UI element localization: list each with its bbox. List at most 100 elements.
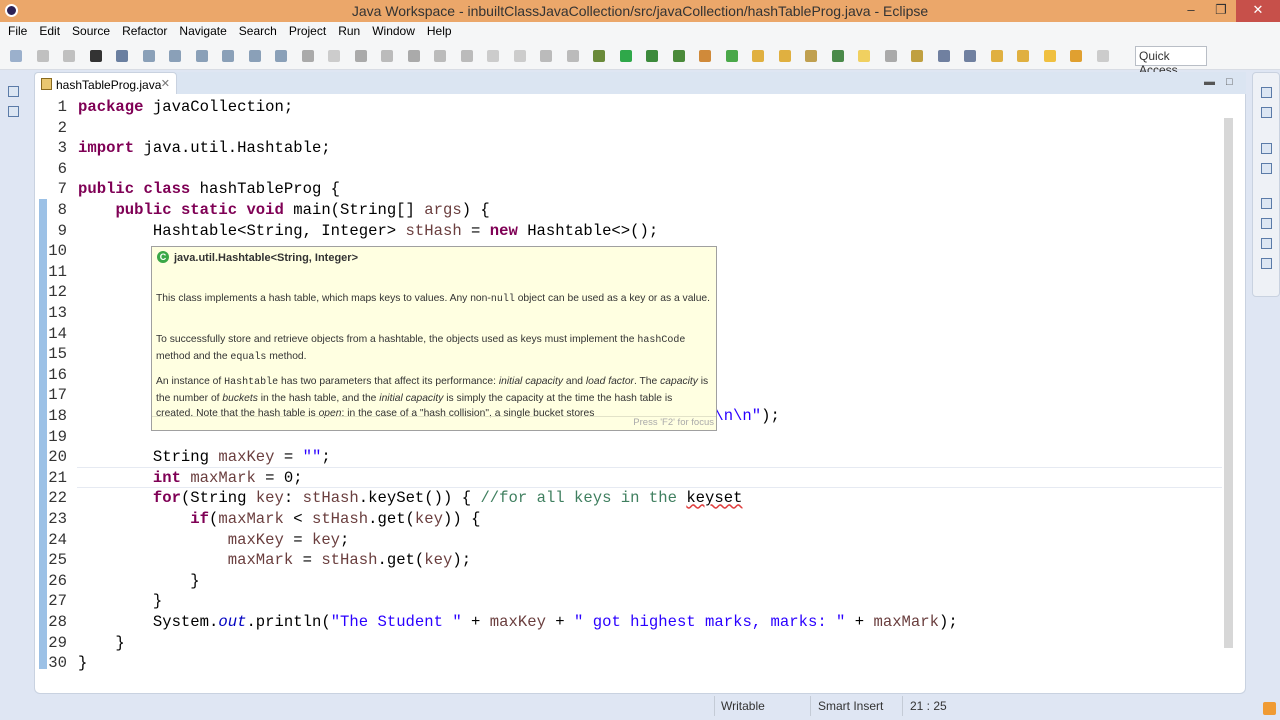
code-line[interactable]: Hashtable<String, Integer> stHash = new … (78, 221, 658, 242)
toolbar-button-icon[interactable] (540, 50, 552, 62)
code-line[interactable]: package javaCollection; (78, 97, 293, 118)
toolbar-button-icon[interactable] (248, 50, 261, 62)
toolbar-button-icon[interactable] (195, 50, 208, 62)
menu-run[interactable]: Run (338, 22, 367, 42)
toolbar-button-icon[interactable] (964, 50, 976, 62)
tab-hashtableprog[interactable]: hashTableProg.java ✕ (34, 72, 177, 94)
toolbar-button-icon[interactable] (1070, 50, 1082, 62)
toolbar-button-icon[interactable] (487, 50, 499, 62)
toolbar-button-icon[interactable] (222, 50, 234, 62)
hierarchy-icon[interactable] (1261, 163, 1272, 174)
code-token-pl: } (78, 592, 163, 611)
restore-icon[interactable] (1261, 87, 1272, 98)
line-number: 26 (48, 571, 67, 590)
toolbar-button-icon[interactable] (1017, 50, 1029, 62)
menu-edit[interactable]: Edit (39, 22, 67, 42)
task-list-icon[interactable] (1261, 107, 1272, 118)
close-button[interactable]: ✕ (1236, 0, 1280, 22)
toolbar-button-icon[interactable] (619, 50, 632, 62)
menu-source[interactable]: Source (72, 22, 117, 42)
toolbar-button-icon[interactable] (752, 50, 764, 62)
line-number: 9 (57, 221, 67, 240)
toolbar-button-icon[interactable] (646, 50, 658, 62)
code-line[interactable]: } (78, 653, 87, 674)
maximize-button[interactable]: ❐ (1206, 0, 1236, 22)
code-line[interactable]: for(String key: stHash.keySet()) { //for… (78, 488, 743, 509)
code-line[interactable]: public class hashTableProg { (78, 179, 340, 200)
code-token-kw: for (152, 489, 181, 508)
toolbar-button-icon[interactable] (805, 50, 817, 62)
code-line[interactable]: maxKey = key; (78, 530, 350, 551)
toolbar-button-icon[interactable] (434, 50, 446, 62)
code-line[interactable]: import java.util.Hashtable; (78, 138, 331, 159)
scrollbar-thumb[interactable] (1224, 118, 1233, 648)
code-token-kw: int (152, 468, 181, 487)
toolbar-button-icon[interactable] (1096, 50, 1109, 62)
toolbar-button-icon[interactable] (778, 50, 791, 62)
code-line[interactable]: System.out.println("The Student " + maxK… (78, 612, 958, 633)
toolbar-button-icon[interactable] (89, 50, 102, 62)
toolbar-button-icon[interactable] (858, 50, 870, 62)
code-line[interactable]: } (78, 591, 162, 612)
javadoc-icon[interactable] (1261, 218, 1272, 229)
toolbar-button-icon[interactable] (407, 50, 420, 62)
toolbar-button-icon[interactable] (566, 50, 579, 62)
toolbar-button-icon[interactable] (1043, 50, 1056, 62)
toolbar-button-icon[interactable] (460, 50, 473, 62)
toolbar-button-icon[interactable] (63, 50, 75, 62)
code-line[interactable]: maxMark = stHash.get(key); (78, 550, 471, 571)
toolbar-button-icon[interactable] (725, 50, 738, 62)
toolbar-button-icon[interactable] (593, 50, 605, 62)
line-number: 6 (57, 159, 67, 178)
line-number: 11 (48, 262, 67, 281)
code-line[interactable]: } (78, 633, 124, 654)
feed-icon[interactable] (1263, 702, 1276, 715)
maximize-editor-icon[interactable]: □ (1226, 76, 1233, 88)
declaration-icon[interactable] (1261, 238, 1272, 249)
toolbar-button-icon[interactable] (381, 50, 393, 62)
package-explorer-icon[interactable] (8, 106, 19, 117)
code-token-var: maxMark (218, 510, 284, 528)
vertical-scrollbar[interactable] (1222, 100, 1236, 670)
code-token-err: keyset (686, 489, 743, 508)
toolbar-button-icon[interactable] (699, 50, 711, 62)
close-tab-icon[interactable]: ✕ (161, 77, 170, 90)
code-line[interactable]: int maxMark = 0; (78, 468, 303, 489)
menu-refactor[interactable]: Refactor (122, 22, 174, 42)
menu-search[interactable]: Search (239, 22, 284, 42)
outline-icon[interactable] (1261, 143, 1272, 154)
toolbar-button-icon[interactable] (672, 50, 685, 62)
toolbar-button-icon[interactable] (513, 50, 526, 62)
menu-help[interactable]: Help (427, 22, 459, 42)
restore-icon[interactable] (8, 86, 19, 97)
code-line[interactable]: public static void main(String[] args) { (78, 200, 489, 221)
horizontal-scrollbar[interactable] (75, 678, 1215, 690)
toolbar-button-icon[interactable] (116, 50, 128, 62)
quick-access-input[interactable]: Quick Access (1135, 46, 1207, 77)
toolbar-button-icon[interactable] (990, 50, 1003, 62)
toolbar-button-icon[interactable] (328, 50, 340, 62)
toolbar-button-icon[interactable] (275, 50, 287, 62)
line-number: 18 (48, 407, 67, 425)
code-line[interactable]: if(maxMark < stHash.get(key)) { (78, 509, 480, 530)
toolbar-button-icon[interactable] (884, 50, 897, 62)
minimize-button[interactable]: – (1176, 0, 1206, 22)
toolbar-button-icon[interactable] (301, 50, 314, 62)
console-icon[interactable] (1261, 258, 1272, 269)
menu-file[interactable]: File (8, 22, 34, 42)
minimize-editor-icon[interactable]: ▬ (1204, 76, 1215, 88)
toolbar-button-icon[interactable] (937, 50, 950, 62)
toolbar-button-icon[interactable] (10, 50, 22, 62)
toolbar-button-icon[interactable] (911, 50, 923, 62)
code-line[interactable]: } (78, 571, 199, 592)
problems-icon[interactable] (1261, 198, 1272, 209)
toolbar-button-icon[interactable] (831, 50, 844, 62)
menu-navigate[interactable]: Navigate (179, 22, 233, 42)
toolbar-button-icon[interactable] (142, 50, 155, 62)
toolbar-button-icon[interactable] (169, 50, 181, 62)
menu-project[interactable]: Project (289, 22, 333, 42)
menu-window[interactable]: Window (372, 22, 422, 42)
toolbar-button-icon[interactable] (354, 50, 367, 62)
code-line[interactable]: String maxKey = ""; (78, 447, 331, 468)
toolbar-button-icon[interactable] (36, 50, 49, 62)
